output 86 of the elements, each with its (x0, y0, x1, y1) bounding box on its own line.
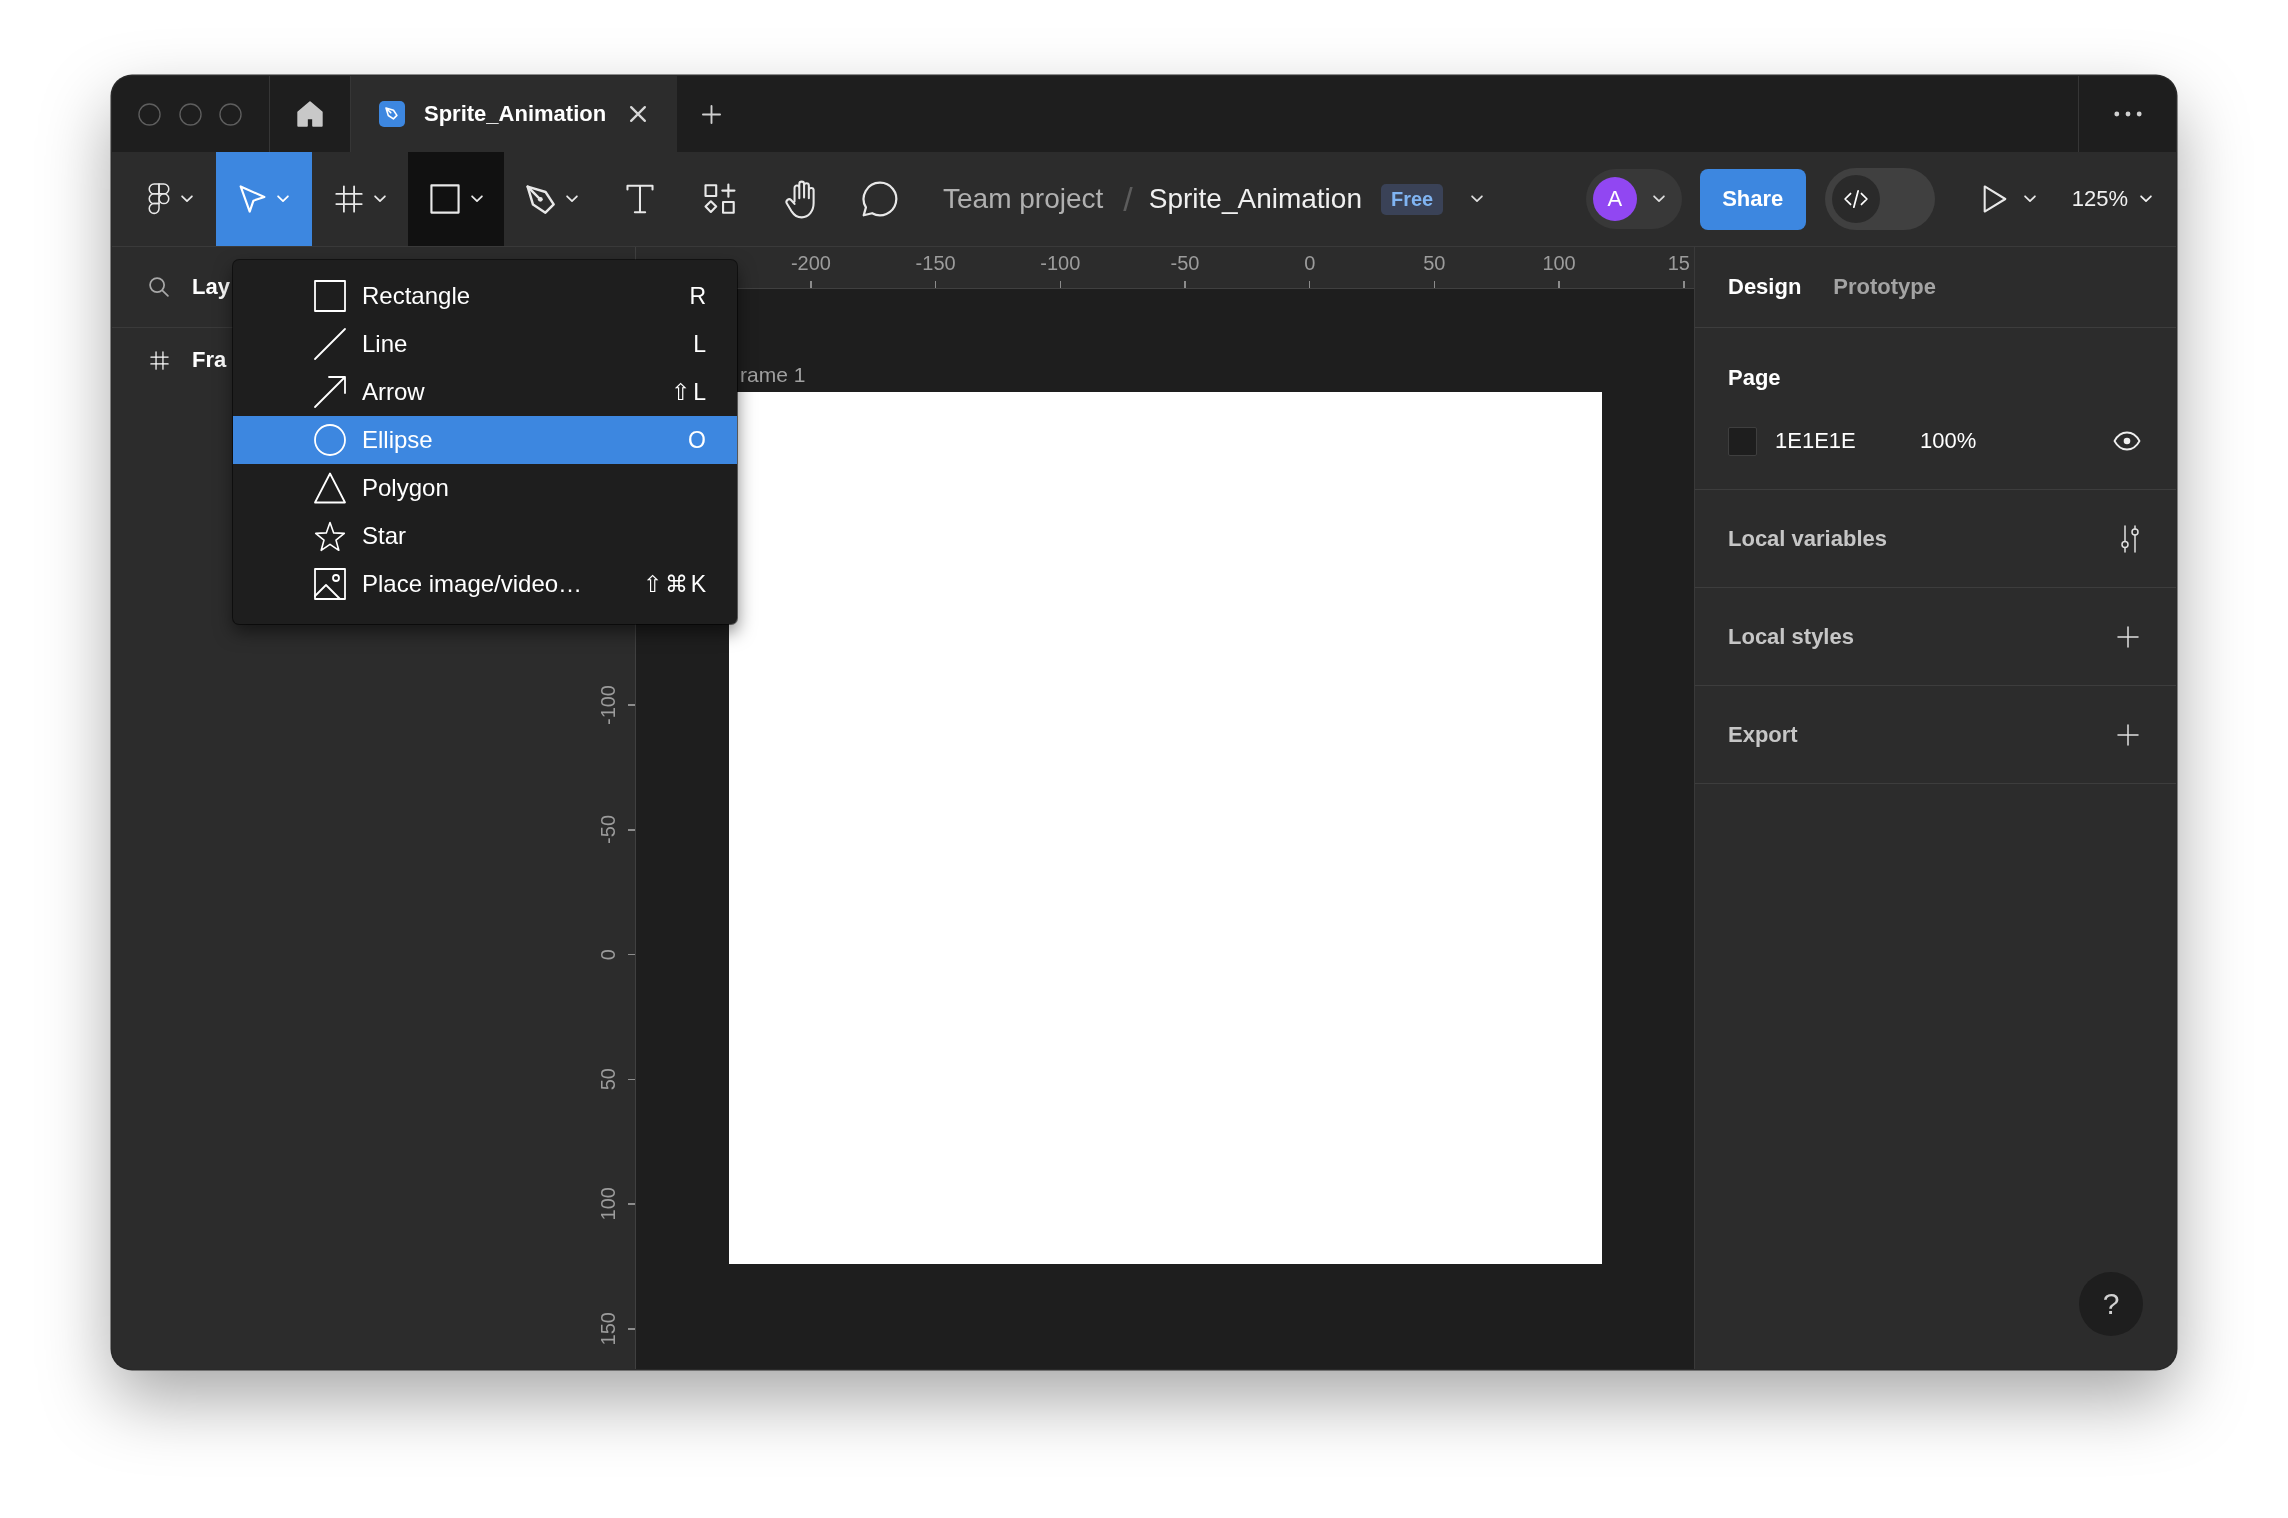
panel-title: Lay (192, 274, 230, 300)
text-icon (626, 184, 654, 214)
play-icon (1982, 185, 2007, 213)
menu-item[interactable]: Polygon (233, 464, 737, 512)
keyboard-shortcut: ⇧⌘K (642, 570, 709, 598)
circle-icon (314, 424, 346, 456)
arrow-icon (314, 376, 346, 408)
ruler-label: 100 (597, 1187, 619, 1221)
line-icon (314, 328, 346, 360)
help-button[interactable]: ? (2079, 1272, 2143, 1336)
plus-icon[interactable] (702, 104, 721, 124)
plus-icon[interactable] (2117, 625, 2139, 648)
square-icon (314, 280, 346, 312)
ruler-label: 0 (1304, 251, 1316, 275)
shapes-icon (704, 183, 736, 215)
panel-tab[interactable]: Design (1728, 274, 1802, 300)
more-icon[interactable] (2113, 111, 2142, 117)
ruler-label: -50 (597, 815, 619, 845)
eye-icon[interactable] (2113, 431, 2141, 451)
hash-icon (334, 185, 363, 213)
keyboard-shortcut: ⇧L (671, 378, 709, 406)
share-button[interactable]: Share (1699, 168, 1806, 230)
caret-icon (2023, 195, 2036, 203)
ruler-label: -200 (790, 251, 831, 275)
menu-item[interactable]: Place image/video… ⇧⌘K (233, 560, 737, 608)
section-title: Page (1728, 365, 1781, 391)
play-button[interactable] (1982, 185, 2036, 213)
caret-icon (2140, 195, 2152, 203)
file-tab[interactable]: Sprite_Animation (351, 76, 677, 152)
menu-item[interactable]: Line L (233, 320, 737, 368)
keyboard-shortcut: O (688, 426, 709, 454)
sliders-icon[interactable] (2121, 524, 2139, 553)
search-icon[interactable] (149, 277, 169, 297)
window-control-icon[interactable] (178, 102, 202, 126)
ruler-label: 50 (597, 1068, 619, 1091)
hand-icon (784, 179, 816, 219)
star-icon (314, 520, 346, 552)
plan-badge: Free (1381, 183, 1444, 215)
ruler-label: -150 (915, 251, 956, 275)
image-icon (314, 568, 346, 600)
shape-tool-button[interactable] (408, 152, 504, 246)
avatar-menu-button[interactable]: A (1585, 169, 1682, 229)
pen-icon (526, 184, 555, 214)
caret-icon[interactable] (1471, 195, 1484, 203)
logo-icon (147, 183, 170, 215)
section-title: Local styles (1728, 623, 1854, 650)
opacity-value[interactable]: 100% (1920, 428, 1977, 454)
ruler-label: 100 (1542, 251, 1576, 275)
ruler-label: -50 (1170, 251, 1200, 275)
close-icon[interactable] (630, 106, 646, 122)
hash-icon (150, 350, 169, 370)
color-swatch-icon[interactable] (1728, 426, 1757, 456)
user-avatar: A (1592, 177, 1637, 221)
ruler-label: -100 (597, 684, 619, 725)
pen-tile-icon (379, 101, 405, 127)
panel-tab[interactable]: Prototype (1833, 274, 1937, 300)
square-icon (429, 184, 460, 214)
breadcrumb-separator: / (1123, 179, 1133, 219)
menu-item[interactable]: Rectangle R (233, 272, 737, 320)
speech-bubble-icon (862, 181, 898, 217)
keyboard-shortcut: L (693, 330, 709, 358)
section-title: Local variables (1728, 525, 1887, 552)
section-title: Export (1728, 721, 1798, 748)
menu-item[interactable]: Star (233, 512, 737, 560)
ruler-label: 0 (597, 949, 619, 961)
layer-item[interactable]: Fra (112, 336, 227, 384)
window-control-icon[interactable] (138, 102, 161, 126)
project-name[interactable]: Team project (943, 183, 1104, 215)
triangle-icon (314, 472, 346, 504)
home-icon[interactable] (297, 101, 323, 127)
keyboard-shortcut: R (689, 282, 709, 310)
file-name[interactable]: Sprite_Animation (1148, 183, 1362, 215)
ruler-label: 15 (1667, 251, 1690, 275)
code-icon (1831, 175, 1880, 223)
window-control-icon[interactable] (219, 102, 242, 126)
ruler-label: -100 (1040, 251, 1081, 275)
zoom-menu-button[interactable]: 125% (2071, 186, 2152, 212)
color-hex-value[interactable]: 1E1E1E (1775, 428, 1856, 453)
ruler-label: 50 (1423, 251, 1446, 275)
pointer-icon (239, 185, 266, 213)
ruler-label: 150 (597, 1312, 619, 1346)
menu-item[interactable]: Arrow ⇧L (233, 368, 737, 416)
frame-label: rame 1 (740, 362, 806, 388)
menu-item[interactable]: Ellipse O (233, 416, 737, 464)
caret-icon (1652, 195, 1665, 203)
plus-icon[interactable] (2117, 723, 2139, 746)
